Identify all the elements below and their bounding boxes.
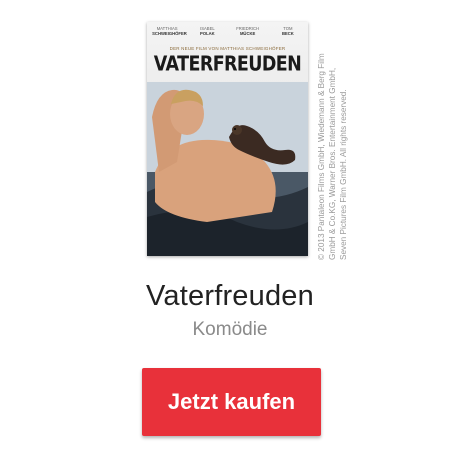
cast-last-name: MÜCKE (239, 31, 256, 36)
poster-cast-row: MATTHIAS SCHWEIGHÖFER ISABEL POLAK FRIED… (147, 26, 308, 40)
buy-now-button[interactable]: Jetzt kaufen (142, 368, 321, 436)
movie-genre: Komödie (192, 319, 268, 340)
poster-title: VATERFREUDEN (153, 53, 302, 77)
copyright-line: Seven Pictures Film GmbH. All rights res… (339, 89, 348, 260)
copyright-line: © 2013 Pantaleon Films GmbH, Wiedemann &… (317, 53, 326, 260)
cast-last-name: POLAK (200, 31, 215, 36)
copyright-line: GmbH & Co.KG, Warner Bros. Entertainment… (328, 67, 337, 260)
cast-last-name: SCHWEIGHÖFER (152, 31, 187, 36)
poster-cast-item: FRIEDRICH MÜCKE (233, 26, 263, 40)
movie-card: MATTHIAS SCHWEIGHÖFER ISABEL POLAK FRIED… (0, 0, 460, 460)
cast-last-name: BECK (281, 31, 294, 36)
poster-cast-item: MATTHIAS SCHWEIGHÖFER (152, 26, 187, 40)
movie-title: Vaterfreuden (146, 280, 314, 312)
poster-cast-item: TOM BECK (273, 26, 303, 40)
copyright-notice: © 2013 Pantaleon Films GmbH, Wiedemann &… (316, 30, 349, 260)
poster-cast-item: ISABEL POLAK (192, 26, 222, 40)
movie-poster[interactable]: MATTHIAS SCHWEIGHÖFER ISABEL POLAK FRIED… (147, 22, 308, 256)
poster-tagline: DER NEUE FILM VON MATTHIAS SCHWEIGHÖFER (169, 46, 286, 51)
